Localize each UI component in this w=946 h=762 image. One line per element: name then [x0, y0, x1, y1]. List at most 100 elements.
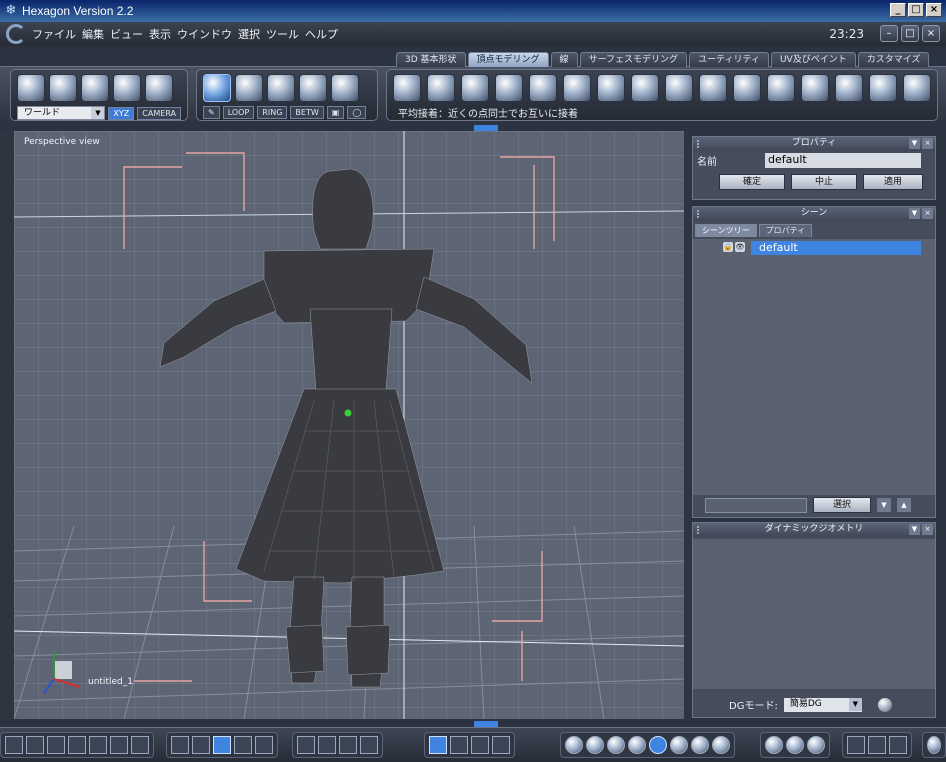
axis-manipulator-icon[interactable] — [429, 736, 447, 754]
layout-3top-icon[interactable] — [47, 736, 65, 754]
rect-select-icon[interactable]: ▣ — [326, 106, 345, 119]
tab-scene-properties[interactable]: プロパティ — [758, 224, 813, 237]
maximize-button[interactable]: □ — [908, 3, 924, 17]
hidden-line-sphere-icon[interactable] — [586, 736, 604, 754]
layout-split-icon[interactable] — [26, 736, 44, 754]
grid-toggle-icon[interactable] — [213, 736, 231, 754]
wireframe-sphere-icon[interactable] — [565, 736, 583, 754]
loop-button[interactable]: LOOP — [222, 106, 255, 119]
app-close-button[interactable]: × — [922, 25, 940, 42]
cube-open-icon[interactable] — [889, 736, 907, 754]
pan-icon[interactable] — [318, 736, 336, 754]
close-icon[interactable]: × — [922, 208, 933, 219]
vertex-tool-11-icon[interactable] — [733, 74, 761, 102]
cube-icon[interactable] — [847, 736, 865, 754]
tab-uv-paint[interactable]: UV及びペイント — [770, 52, 856, 67]
close-button[interactable]: × — [926, 3, 942, 17]
vertex-tool-7-icon[interactable] — [597, 74, 625, 102]
vertex-tool-14-icon[interactable] — [835, 74, 863, 102]
layout-quad-icon[interactable] — [5, 736, 23, 754]
select-point-icon[interactable] — [203, 74, 231, 102]
menu-view[interactable]: ビュー — [110, 26, 149, 42]
dg-ball-icon[interactable] — [877, 697, 892, 712]
layout-3bottom-icon[interactable] — [68, 736, 86, 754]
menu-edit[interactable]: 編集 — [82, 26, 110, 42]
shading-glass-icon[interactable] — [786, 736, 804, 754]
visibility-eye-icon[interactable] — [360, 736, 378, 754]
scene-filter-input[interactable] — [705, 497, 807, 513]
vertex-tool-13-icon[interactable] — [801, 74, 829, 102]
select-arrow-icon[interactable] — [17, 74, 45, 102]
ghost-icon[interactable] — [145, 74, 173, 102]
collapse-icon[interactable]: ▼ — [909, 138, 920, 149]
vertex-tool-9-icon[interactable] — [665, 74, 693, 102]
hexagon-logo-icon[interactable] — [6, 24, 26, 44]
tab-vertex-modeling[interactable]: 頂点モデリング — [467, 52, 549, 67]
layout-3left-icon[interactable] — [89, 736, 107, 754]
select-object-icon[interactable] — [299, 74, 327, 102]
menu-select[interactable]: 選択 — [238, 26, 266, 42]
close-icon[interactable]: × — [922, 138, 933, 149]
cancel-button[interactable]: 中止 — [791, 174, 857, 190]
select-face-icon[interactable] — [267, 74, 295, 102]
move-down-icon[interactable]: ▼ — [877, 498, 891, 512]
snap-icon[interactable] — [192, 736, 210, 754]
lock-icon[interactable]: 🔒 — [723, 242, 733, 252]
confirm-button[interactable]: 確定 — [719, 174, 785, 190]
cube-slice-icon[interactable] — [868, 736, 886, 754]
drag-grip-icon[interactable] — [697, 526, 703, 534]
shading-cluster-icon[interactable] — [807, 736, 825, 754]
apply-button[interactable]: 適用 — [863, 174, 923, 190]
move-up-icon[interactable]: ▲ — [897, 498, 911, 512]
grid-settings-icon[interactable] — [171, 736, 189, 754]
smooth-sphere-icon[interactable] — [649, 736, 667, 754]
left-panel-handle[interactable] — [0, 131, 14, 719]
ring-button[interactable]: RING — [257, 106, 288, 119]
perspective-viewport[interactable]: Perspective view untitled_1 — [14, 131, 684, 719]
right-panel-handle[interactable] — [684, 131, 692, 719]
lasso-select-icon[interactable]: ◯ — [347, 106, 367, 119]
close-icon[interactable]: × — [922, 524, 933, 535]
scatter-tool-icon[interactable] — [450, 736, 468, 754]
vertex-tool-1-icon[interactable] — [393, 74, 421, 102]
textured-sphere-icon[interactable] — [670, 736, 688, 754]
select-all-icon[interactable] — [331, 74, 359, 102]
universal-manipulator-icon[interactable] — [113, 74, 141, 102]
betw-button[interactable]: BETW — [290, 106, 324, 119]
menu-display[interactable]: 表示 — [149, 26, 177, 42]
vertex-tool-5-icon[interactable] — [529, 74, 557, 102]
tab-utility[interactable]: ユーティリティ — [689, 52, 769, 67]
eye-icon[interactable]: 👁 — [735, 242, 745, 252]
zoom-icon[interactable] — [339, 736, 357, 754]
more-sphere-icon[interactable] — [927, 736, 941, 754]
vertex-tool-4-icon[interactable] — [495, 74, 523, 102]
tab-3d-primitives[interactable]: 3D 基本形状 — [396, 52, 466, 67]
vertex-tool-6-icon[interactable] — [563, 74, 591, 102]
tab-scene-tree[interactable]: シーンツリー — [695, 224, 757, 237]
layout-horizontal-icon[interactable] — [110, 736, 128, 754]
render-sphere-icon[interactable] — [712, 736, 730, 754]
select-edge-icon[interactable] — [235, 74, 263, 102]
menu-window[interactable]: ウインドウ — [177, 26, 238, 42]
scene-select-button[interactable]: 選択 — [813, 497, 871, 513]
brush-select-icon[interactable]: ✎ — [203, 106, 220, 119]
rotate-icon[interactable] — [49, 74, 77, 102]
tab-customize[interactable]: カスタマイズ — [857, 52, 930, 67]
collapse-icon[interactable]: ▼ — [909, 208, 920, 219]
vertex-tool-3-icon[interactable] — [461, 74, 489, 102]
bone-tool-icon[interactable] — [471, 736, 489, 754]
vertex-tool-15-icon[interactable] — [869, 74, 897, 102]
fit-view-icon[interactable] — [297, 736, 315, 754]
flat-sphere-icon[interactable] — [607, 736, 625, 754]
scene-item-default[interactable]: default — [751, 241, 921, 255]
layout-vertical-icon[interactable] — [131, 736, 149, 754]
tab-lines[interactable]: 線 — [550, 52, 578, 67]
name-field[interactable]: default — [765, 153, 921, 168]
shading-half-icon[interactable] — [765, 736, 783, 754]
app-minimize-button[interactable]: – — [880, 25, 898, 42]
menu-file[interactable]: ファイル — [32, 26, 82, 42]
vertex-tool-12-icon[interactable] — [767, 74, 795, 102]
menu-tools[interactable]: ツール — [266, 26, 305, 42]
vertex-tool-8-icon[interactable] — [631, 74, 659, 102]
drag-grip-icon[interactable] — [697, 140, 703, 148]
